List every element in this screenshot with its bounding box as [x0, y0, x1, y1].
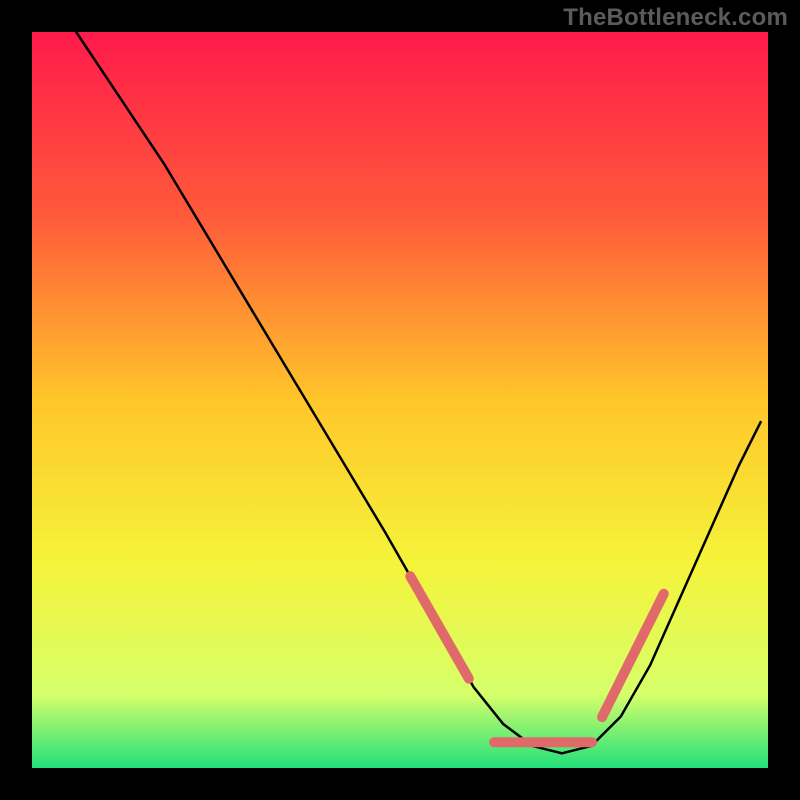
- chart-svg: [0, 0, 800, 800]
- chart-frame: TheBottleneck.com: [0, 0, 800, 800]
- watermark-text: TheBottleneck.com: [563, 4, 788, 32]
- plot-area: [32, 32, 768, 768]
